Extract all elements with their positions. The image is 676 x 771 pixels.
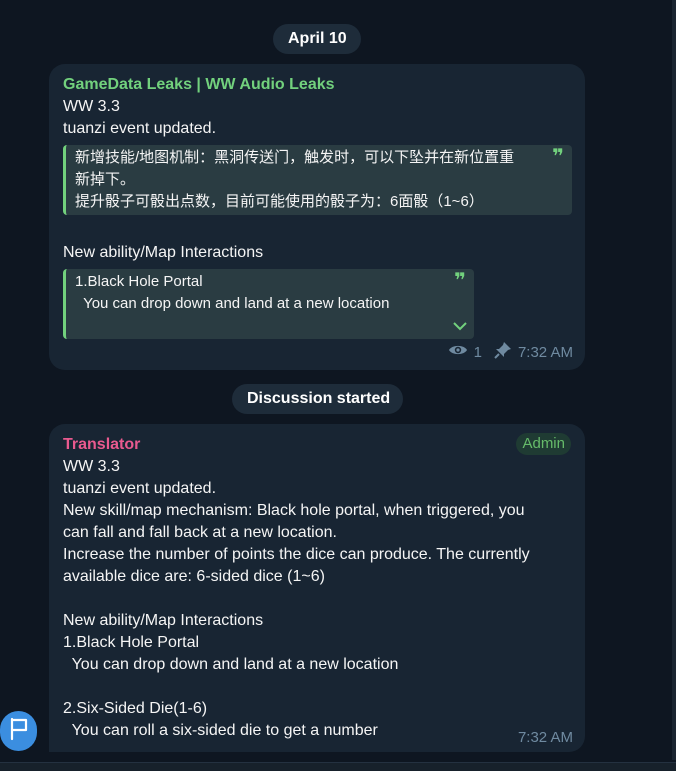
scrollbar[interactable]: [672, 0, 676, 760]
quote-text: 新增技能/地图机制：黑洞传送门，触发时，可以下坠并在新位置重: [75, 149, 515, 166]
discussion-divider: Discussion started: [232, 384, 403, 414]
flag-button[interactable]: [0, 711, 37, 751]
message-time: 7:32 AM: [517, 343, 573, 361]
channel-name[interactable]: GameData Leaks | WW Audio Leaks: [63, 74, 571, 96]
quote-text: 1.Black Hole Portal: [75, 273, 203, 290]
message-time: 7:32 AM: [517, 729, 573, 746]
channel-post-bubble[interactable]: GameData Leaks | WW Audio Leaks WW 3.3 t…: [49, 64, 585, 370]
pin-icon: [494, 341, 512, 363]
message-line: New skill/map mechanism: Black hole port…: [63, 502, 525, 519]
date-divider: April 10: [273, 24, 361, 54]
eye-icon: [448, 343, 468, 361]
message-line: [63, 588, 571, 610]
quote-text: 新掉下。: [75, 171, 136, 188]
admin-badge: Admin: [516, 433, 571, 455]
message-line: [63, 676, 571, 698]
quote-text: 提升骰子可骰出点数，目前可能使用的骰子为：6面骰（1~6）: [75, 193, 484, 210]
flag-icon: [8, 717, 30, 746]
message-line: Increase the number of points the dice c…: [63, 546, 530, 563]
author-name[interactable]: Translator: [63, 434, 571, 456]
message-line: New ability/Map Interactions: [63, 612, 264, 629]
blockquote: ❞ 新增技能/地图机制：黑洞传送门，触发时，可以下坠并在新位置重 新掉下。 提升…: [63, 145, 572, 215]
message-line: available dice are: 6-sided dice (1~6): [63, 568, 325, 585]
quote-icon: ❞: [552, 146, 564, 168]
reply-bubble[interactable]: Translator Admin WW 3.3 tuanzi event upd…: [49, 424, 585, 752]
composer-edge: [0, 762, 676, 771]
chevron-down-icon[interactable]: [453, 318, 467, 336]
message-line: tuanzi event updated.: [63, 480, 217, 497]
message-meta: 1 7:32 AM: [448, 341, 573, 363]
message-line: You can roll a six-sided die to get a nu…: [63, 722, 378, 739]
message-text: WW 3.3: [63, 98, 120, 115]
quote-icon: ❞: [454, 270, 466, 292]
message-line: 1.Black Hole Portal: [63, 634, 200, 651]
message-meta: 7:32 AM: [518, 729, 573, 746]
message-text: tuanzi event updated.: [63, 120, 217, 137]
views-count: 1: [473, 343, 482, 361]
quote-text: You can drop down and land at a new loca…: [75, 295, 390, 312]
message-line: You can drop down and land at a new loca…: [63, 656, 399, 673]
message-line: can fall and fall back at a new location…: [63, 524, 337, 541]
blockquote-expandable[interactable]: ❞ 1.Black Hole Portal You can drop down …: [63, 269, 474, 339]
message-line: WW 3.3: [63, 458, 120, 475]
message-line: 2.Six-Sided Die(1-6): [63, 700, 208, 717]
message-text: New ability/Map Interactions: [63, 244, 264, 261]
